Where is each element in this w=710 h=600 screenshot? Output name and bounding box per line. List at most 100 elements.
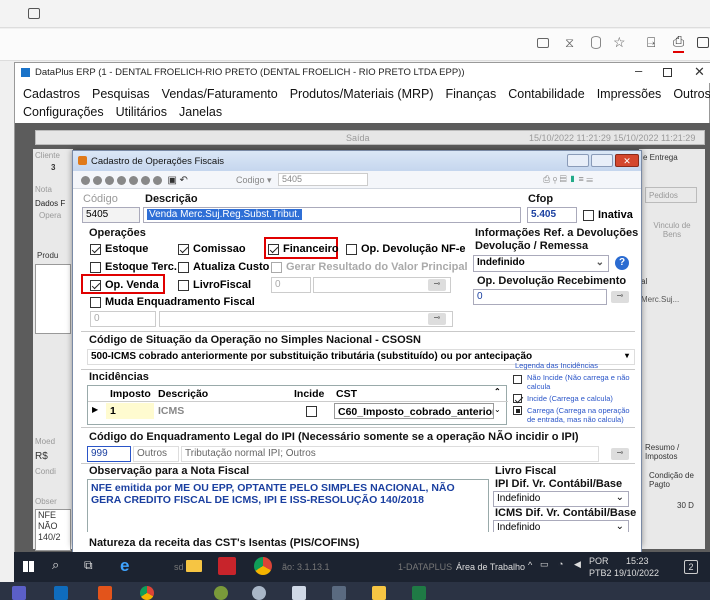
clock-date[interactable]: 19/10/2022 xyxy=(614,568,659,578)
undo-icon[interactable]: ↶ xyxy=(179,175,187,186)
comissao-box[interactable] xyxy=(178,243,189,255)
clock-time[interactable]: 15:23 xyxy=(626,556,649,566)
comissao-checkbox[interactable]: Comissao xyxy=(178,243,246,255)
dialog-close-icon[interactable]: ✕ xyxy=(615,154,639,167)
ipi-dif-select[interactable]: Indefinido ⌄ xyxy=(493,491,629,507)
gerar-resultado-checkbox[interactable]: Gerar Resultado do Valor Principal xyxy=(271,261,468,273)
menu-item-4[interactable]: Finanças xyxy=(446,87,497,101)
gerar-resultado-box[interactable] xyxy=(271,261,282,273)
search-icon[interactable]: ⌕ xyxy=(52,557,59,573)
print-icon[interactable]: ⎙ xyxy=(543,174,550,184)
menu-item-row2-0[interactable]: Configurações xyxy=(23,105,104,119)
inativa-box[interactable] xyxy=(583,209,594,221)
database-icon[interactable] xyxy=(591,36,601,49)
livro-fiscal-value[interactable]: 0 xyxy=(271,277,311,293)
muda-enquadramento-checkbox[interactable]: Muda Enquadramento Fiscal xyxy=(90,296,255,308)
panel-icon[interactable] xyxy=(697,37,709,48)
muda-enquadramento-box[interactable] xyxy=(90,296,101,308)
files-icon[interactable] xyxy=(292,586,306,600)
star-icon[interactable]: ☆ xyxy=(613,34,626,51)
first-record-icon[interactable] xyxy=(81,176,90,186)
muda-value[interactable]: 0 xyxy=(90,311,156,327)
chrome-outer-icon[interactable] xyxy=(140,586,154,600)
menu-item-3[interactable]: Produtos/Materiais (MRP) xyxy=(290,87,434,101)
row-imposto[interactable]: 1 xyxy=(106,403,154,419)
cast-icon[interactable] xyxy=(537,38,549,48)
chrome-icon[interactable] xyxy=(254,557,272,575)
maximize-icon[interactable] xyxy=(663,68,672,77)
menu-item-0[interactable]: Cadastros xyxy=(23,87,80,101)
taskbar-area[interactable]: Área de Trabalho xyxy=(456,562,525,572)
lang1[interactable]: POR xyxy=(589,556,609,566)
dialog-maximize-icon[interactable] xyxy=(591,154,613,167)
tab-icon[interactable] xyxy=(28,8,40,19)
op-venda-checkbox[interactable]: Op. Venda xyxy=(90,279,159,291)
delete-record-icon[interactable] xyxy=(141,176,150,186)
financeiro-box[interactable] xyxy=(268,243,279,255)
taskview-icon[interactable]: ⧉ xyxy=(84,558,93,573)
descricao-field[interactable]: Venda Merc.Suj.Reg.Subst.Tribut. xyxy=(143,207,521,223)
download-icon[interactable]: ⍈ xyxy=(647,34,655,51)
network-icon[interactable]: ▭ xyxy=(540,559,549,570)
list-icon[interactable]: ≡ xyxy=(578,174,583,184)
paint-icon[interactable] xyxy=(214,586,228,600)
row-incide-box[interactable] xyxy=(306,406,317,417)
devolucao-nfe-box[interactable] xyxy=(346,243,357,255)
ipi-code[interactable]: 999 xyxy=(87,446,131,462)
outlook-icon[interactable] xyxy=(54,586,68,600)
toolbar-codigo-dropdown-icon[interactable]: ▾ xyxy=(267,175,272,186)
hourglass-icon[interactable]: ⧖ xyxy=(565,35,574,51)
close-icon[interactable]: ✕ xyxy=(694,64,705,80)
cfop-field[interactable]: 5.405 xyxy=(527,207,577,223)
recebimento-field[interactable]: 0 xyxy=(473,289,607,305)
recebimento-search-icon[interactable]: ⊸ xyxy=(611,291,629,303)
next-record-icon[interactable] xyxy=(105,176,114,186)
ipi-search-icon[interactable]: ⊸ xyxy=(611,448,629,460)
windows-start-icon[interactable] xyxy=(23,561,34,572)
menu-icon[interactable]: ☰ xyxy=(586,174,593,184)
export-icon[interactable]: ▮ xyxy=(569,174,576,184)
excel-icon[interactable] xyxy=(412,586,426,600)
devolucao-remessa-select[interactable]: Indefinido ⌄ xyxy=(473,255,609,272)
menu-item-row2-2[interactable]: Janelas xyxy=(179,105,222,119)
muda-desc[interactable] xyxy=(159,311,453,327)
devolucao-nfe-checkbox[interactable]: Op. Devolução NF-e xyxy=(346,243,466,255)
minimize-icon[interactable]: – xyxy=(635,63,642,78)
explorer-icon[interactable] xyxy=(372,586,386,600)
teams-icon[interactable] xyxy=(12,586,26,600)
calc-icon[interactable] xyxy=(332,586,346,600)
search-record-icon[interactable] xyxy=(153,176,162,186)
menu-item-5[interactable]: Contabilidade xyxy=(508,87,584,101)
menu-item-1[interactable]: Pesquisas xyxy=(92,87,150,101)
filter-icon[interactable]: ⚲ xyxy=(553,174,557,184)
table-scroll-up-icon[interactable]: ⌃ xyxy=(494,387,501,396)
inativa-checkbox[interactable]: Inativa xyxy=(583,209,633,221)
codigo-field[interactable]: 5405 xyxy=(82,207,140,223)
bookmark-icon[interactable]: ⎙ xyxy=(673,33,685,53)
table-scroll-down-icon[interactable]: ⌄ xyxy=(494,405,501,414)
save-icon[interactable]: ▣ xyxy=(168,175,177,186)
menu-item-7[interactable]: Outros xyxy=(673,87,710,101)
dialog-minimize-icon[interactable] xyxy=(567,154,589,167)
prev-record-icon[interactable] xyxy=(93,176,102,186)
lang2[interactable]: PTB2 xyxy=(589,568,612,578)
speaker-icon[interactable]: ◀ xyxy=(574,559,581,570)
menu-item-2[interactable]: Vendas/Faturamento xyxy=(162,87,278,101)
livro-fiscal-box[interactable] xyxy=(178,279,189,291)
help-icon[interactable]: ? xyxy=(615,256,629,270)
estoque-terc-box[interactable] xyxy=(90,261,101,273)
notification-badge[interactable]: 2 xyxy=(684,560,698,574)
menu-item-row2-1[interactable]: Utilitários xyxy=(116,105,167,119)
atualiza-custo-checkbox[interactable]: Atualiza Custo xyxy=(178,261,269,273)
estoque-terc-checkbox[interactable]: Estoque Terc. xyxy=(90,261,177,273)
report-icon[interactable]: ▤ xyxy=(560,174,567,184)
folder-icon[interactable] xyxy=(186,560,202,572)
new-record-icon[interactable] xyxy=(129,176,138,186)
estoque-checkbox[interactable]: Estoque xyxy=(90,243,148,255)
table-row[interactable]: ▶ 1 ICMS C60_Imposto_cobrado_anteriormen… xyxy=(88,403,508,420)
volume-icon[interactable]: ◔ xyxy=(558,559,563,569)
atualiza-custo-box[interactable] xyxy=(178,261,189,273)
livro-fiscal-search-icon[interactable]: ⊸ xyxy=(428,279,446,291)
muda-search-icon[interactable]: ⊸ xyxy=(428,313,446,325)
edge-icon[interactable]: e xyxy=(120,556,129,576)
